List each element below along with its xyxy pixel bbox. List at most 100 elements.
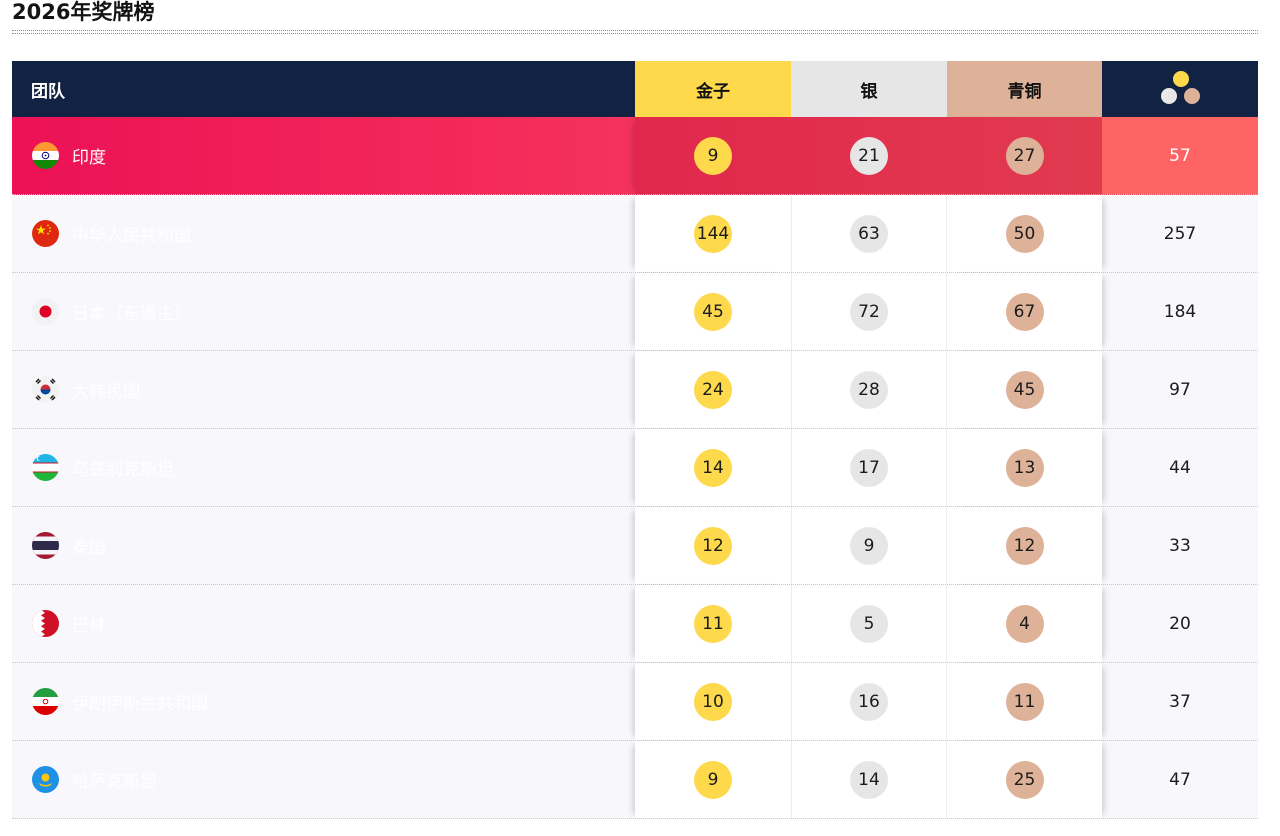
total-cell: 184 (1163, 301, 1197, 322)
team-name: 印度 (72, 148, 106, 168)
gold-cell: 24 (635, 351, 791, 428)
silver-dot (1161, 88, 1177, 104)
gold-cell: 14 (635, 429, 791, 506)
bronze-count: 12 (1005, 526, 1044, 565)
team-name: 巴林 (72, 616, 106, 636)
team-cell: 中华人民共和国 (12, 195, 635, 272)
bronze-count: 67 (1005, 292, 1044, 331)
team-name: 哈萨克斯坦 (72, 772, 157, 792)
header-silver[interactable]: 银 (791, 61, 947, 117)
page-title: 2026年奖牌榜 (12, 0, 155, 24)
kazakhstan-flag-icon (32, 766, 59, 793)
silver-count: 28 (850, 370, 888, 409)
iran-flag-icon (32, 688, 59, 715)
gold-cell: 144 (635, 195, 791, 272)
korea-flag-icon (32, 376, 59, 403)
bronze-count: 13 (1005, 448, 1044, 487)
bronze-count: 25 (1005, 760, 1044, 799)
gold-cell: 10 (635, 663, 791, 740)
bronze-cell: 25 (947, 741, 1102, 818)
team-name: 乌兹别克斯坦 (72, 460, 174, 480)
silver-count: 14 (850, 760, 888, 799)
silver-cell: 28 (791, 351, 947, 428)
bronze-count: 50 (1005, 214, 1044, 253)
bronze-cell: 67 (947, 273, 1102, 350)
silver-count: 63 (850, 214, 888, 253)
header-gold[interactable]: 金子 (635, 61, 791, 117)
bronze-cell: 50 (947, 195, 1102, 272)
header-team[interactable]: 团队 (12, 61, 635, 117)
bronze-count: 45 (1005, 370, 1044, 409)
medal-table: 团队 金子 银 青铜 印度 9 21 27 57 中华人民共和国 144 63 50 257 日本（… (12, 61, 1258, 819)
gold-count: 9 (694, 136, 732, 175)
team-cell: 哈萨克斯坦 (12, 741, 635, 818)
india-flag-icon (32, 142, 59, 169)
silver-cell: 14 (791, 741, 947, 818)
bronze-cell: 12 (947, 507, 1102, 584)
bronze-cell: 4 (947, 585, 1102, 662)
header-total[interactable] (1102, 61, 1258, 117)
total-cell: 47 (1169, 769, 1191, 790)
table-header: 团队 金子 银 青铜 (12, 61, 1258, 117)
team-name: 伊朗伊斯兰共和国 (72, 694, 208, 714)
silver-count: 72 (850, 292, 888, 331)
silver-count: 5 (850, 604, 888, 643)
table-row[interactable]: 中华人民共和国 144 63 50 257 (12, 195, 1258, 273)
table-row[interactable]: 大韩民国 24 28 45 97 (12, 351, 1258, 429)
gold-count: 12 (694, 526, 732, 565)
team-cell: 大韩民国 (12, 351, 635, 428)
silver-cell: 16 (791, 663, 947, 740)
gold-cell: 11 (635, 585, 791, 662)
total-cell: 33 (1169, 535, 1191, 556)
title-divider (12, 30, 1258, 34)
silver-count: 9 (850, 526, 888, 565)
gold-count: 9 (694, 760, 732, 799)
team-cell: 巴林 (12, 585, 635, 662)
gold-count: 10 (694, 682, 732, 721)
team-cell: 印度 (12, 117, 635, 194)
table-row[interactable]: 泰国 12 9 12 33 (12, 507, 1258, 585)
thailand-flag-icon (32, 532, 59, 559)
bronze-dot (1184, 88, 1200, 104)
bronze-count: 4 (1005, 604, 1044, 643)
team-name: 日本（东道主） (72, 304, 191, 324)
gold-count: 14 (694, 448, 732, 487)
header-bronze[interactable]: 青铜 (947, 61, 1102, 117)
table-row[interactable]: 伊朗伊斯兰共和国 10 16 11 37 (12, 663, 1258, 741)
bronze-count: 27 (1005, 136, 1044, 175)
table-row[interactable]: 巴林 11 5 4 20 (12, 585, 1258, 663)
total-cell: 97 (1169, 379, 1191, 400)
gold-cell: 9 (635, 117, 791, 194)
team-cell: 日本（东道主） (12, 273, 635, 350)
bronze-count: 11 (1005, 682, 1044, 721)
bronze-cell: 45 (947, 351, 1102, 428)
team-cell: 乌兹别克斯坦 (12, 429, 635, 506)
silver-cell: 63 (791, 195, 947, 272)
total-cell: 20 (1169, 613, 1191, 634)
bronze-cell: 13 (947, 429, 1102, 506)
medal-dots-icon (1160, 69, 1200, 109)
silver-count: 21 (850, 136, 888, 175)
team-name: 泰国 (72, 538, 106, 558)
table-row[interactable]: 印度 9 21 27 57 (12, 117, 1258, 195)
total-cell: 44 (1169, 457, 1191, 478)
team-name: 大韩民国 (72, 382, 140, 402)
silver-cell: 72 (791, 273, 947, 350)
total-cell: 37 (1169, 691, 1191, 712)
china-flag-icon (32, 220, 59, 247)
table-row[interactable]: 哈萨克斯坦 9 14 25 47 (12, 741, 1258, 819)
gold-dot (1172, 70, 1190, 88)
team-name: 中华人民共和国 (72, 226, 191, 246)
gold-cell: 12 (635, 507, 791, 584)
gold-count: 144 (694, 214, 732, 253)
total-cell: 57 (1102, 117, 1258, 194)
table-row[interactable]: 日本（东道主） 45 72 67 184 (12, 273, 1258, 351)
silver-cell: 21 (791, 117, 947, 194)
bahrain-flag-icon (32, 610, 59, 637)
silver-count: 17 (850, 448, 888, 487)
silver-cell: 5 (791, 585, 947, 662)
gold-count: 24 (694, 370, 732, 409)
gold-count: 11 (694, 604, 732, 643)
silver-cell: 9 (791, 507, 947, 584)
table-row[interactable]: 乌兹别克斯坦 14 17 13 44 (12, 429, 1258, 507)
